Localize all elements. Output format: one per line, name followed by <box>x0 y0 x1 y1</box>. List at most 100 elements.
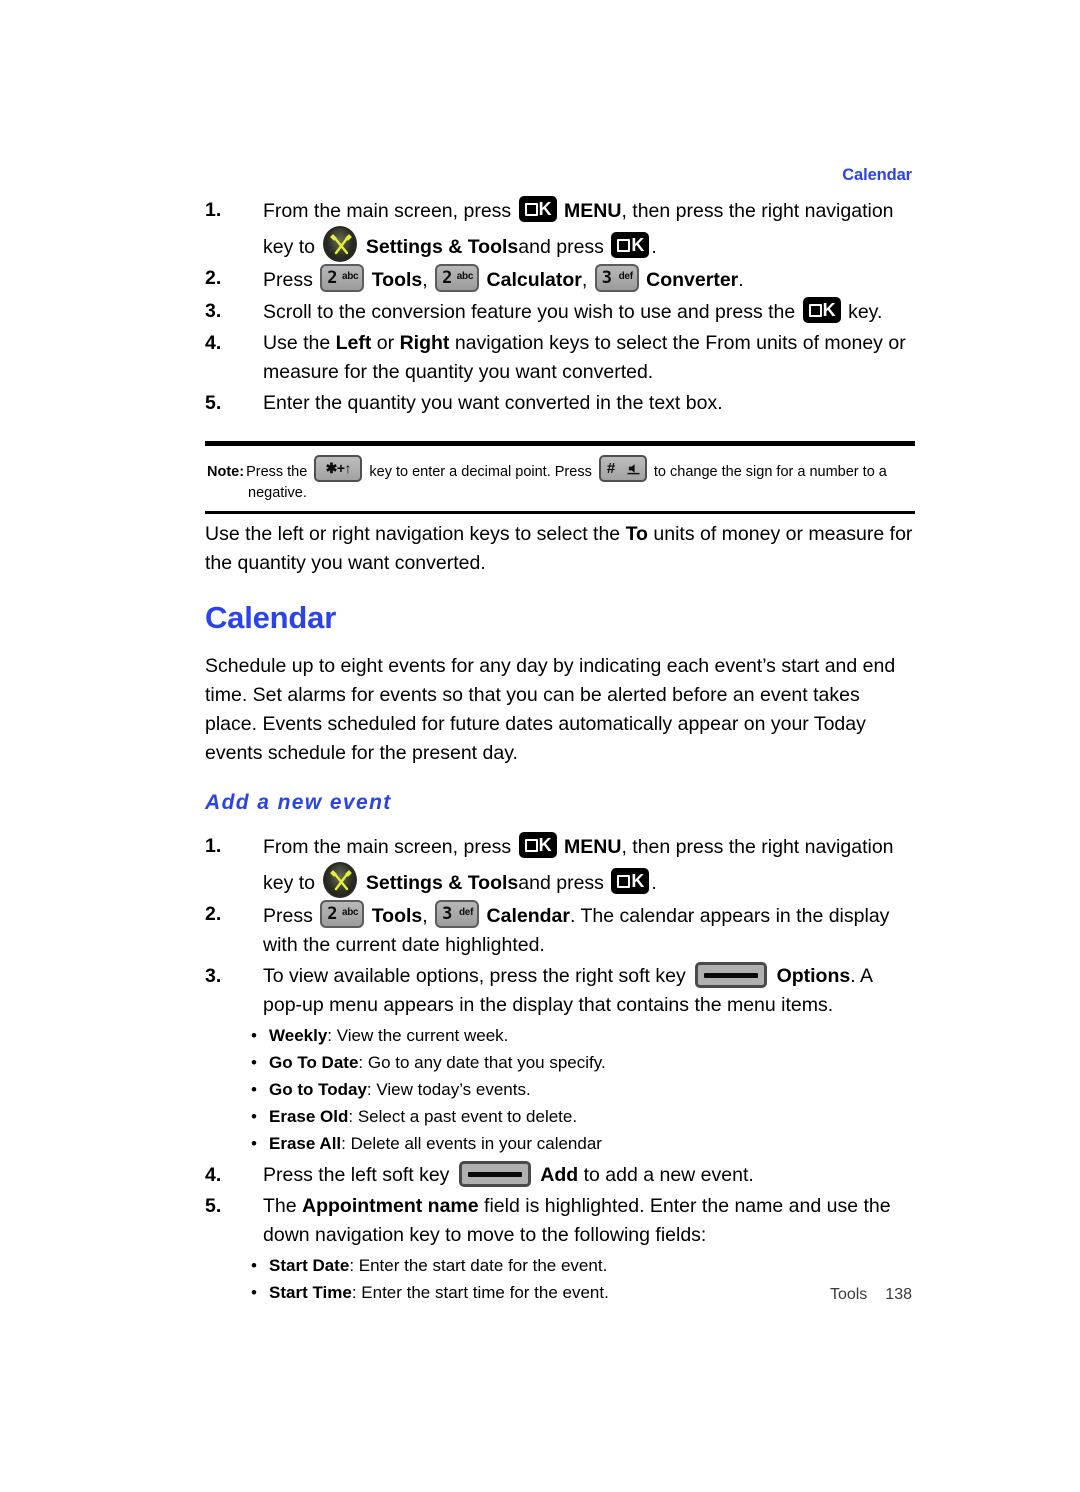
number-key-2-icon: 2 abc <box>320 900 365 928</box>
tools-label: Tools <box>371 269 423 291</box>
add-label: Add <box>540 1164 579 1186</box>
note-body: Note: Press the ✱+↑ key to enter a decima… <box>205 446 915 511</box>
bullet-desc: : Delete all events in your calendar <box>341 1134 602 1153</box>
step-text-b: or <box>376 332 395 354</box>
ok-k-glyph: K <box>631 235 645 255</box>
calendar-section: Use the left or right navigation keys to… <box>205 520 915 1306</box>
step-text-d: . <box>651 872 657 894</box>
step-text-a: Scroll to the conversion feature you wis… <box>263 301 796 323</box>
list-item: Go To Date: Go to any date that you spec… <box>247 1049 915 1076</box>
manual-page: Calendar 1. From the main screen, press K… <box>0 0 1080 1492</box>
options-label: Options <box>776 965 851 987</box>
step-number: 5. <box>205 1195 222 1217</box>
settings-tools-icon <box>323 226 358 262</box>
options-bullet-list: Weekly: View the current week. Go To Dat… <box>247 1022 915 1157</box>
converter-step-4: 4. Use the Left or Right navigation keys … <box>205 329 915 387</box>
event-step-list: 1. From the main screen, press K MENU, th… <box>205 832 915 1020</box>
key-letters: abc <box>456 271 474 282</box>
ok-key-icon: K <box>802 297 841 323</box>
key-digit: 2 <box>442 268 453 288</box>
wrench-hammer-glyph <box>330 870 353 891</box>
speaker-mute-glyph <box>627 464 640 475</box>
footer-section-label: Tools <box>829 1286 868 1303</box>
event-step-5: 5. The Appointment name field is highligh… <box>205 1192 915 1250</box>
settings-tools-label: Settings & Tools <box>365 872 519 894</box>
to-label: To <box>625 523 648 545</box>
calculator-label: Calculator <box>486 269 582 291</box>
menu-label: MENU <box>564 200 622 222</box>
step-text-a: Press the left soft key <box>263 1164 450 1186</box>
to-units-paragraph: Use the left or right navigation keys to… <box>205 520 915 578</box>
list-item: Go to Today: View today’s events. <box>247 1076 915 1103</box>
note-text-c: to change the sign for a number to a <box>653 464 887 480</box>
bullet-term: Go To Date <box>269 1053 359 1072</box>
ok-key-icon: K <box>518 832 557 858</box>
left-key-label: Left <box>335 332 372 354</box>
pound-hash-glyph: # <box>606 460 616 477</box>
wrench-hammer-glyph <box>330 234 353 255</box>
step-text-a: From the main screen, press <box>263 836 512 858</box>
step-text-a: From the main screen, press <box>263 200 512 222</box>
note-text-a: Press the <box>246 464 308 480</box>
ok-o-glyph <box>524 839 538 852</box>
settings-tools-label: Settings & Tools <box>365 236 519 258</box>
step-number: 5. <box>205 392 222 414</box>
converter-step-list: 1. From the main screen, press K MENU, th… <box>205 196 915 418</box>
key-digit: 2 <box>327 268 338 288</box>
step-number: 4. <box>205 332 222 354</box>
ok-o-glyph <box>808 304 822 317</box>
key-letters: abc <box>341 907 359 918</box>
note-text-b: key to enter a decimal point. Press <box>369 464 592 480</box>
key-digit: 2 <box>327 904 338 924</box>
event-step-2: 2. Press 2 abc Tools, 3 def Calendar. The c… <box>205 900 915 960</box>
bullet-term: Weekly <box>269 1026 328 1045</box>
key-digit: 3 <box>442 904 453 924</box>
step-text-a: To view available options, press the rig… <box>263 965 686 987</box>
bullet-desc: : View today’s events. <box>366 1080 531 1099</box>
footer-page-number: 138 <box>885 1286 912 1303</box>
step-number: 2. <box>205 903 222 925</box>
ok-o-glyph <box>617 875 631 888</box>
tools-label: Tools <box>371 905 423 927</box>
number-key-2-icon: 2 abc <box>435 264 480 292</box>
step-text-c: and press <box>518 872 604 894</box>
menu-label: MENU <box>564 836 622 858</box>
number-key-3-icon: 3 def <box>594 264 639 292</box>
step-text-a: Use the <box>263 332 331 354</box>
settings-tools-icon <box>323 862 358 898</box>
bullet-desc: : Go to any date that you specify. <box>358 1053 606 1072</box>
converter-step-3: 3. Scroll to the conversion feature you w… <box>205 297 915 327</box>
converter-step-5: 5. Enter the quantity you want converted … <box>205 389 915 418</box>
step-text-a: Press <box>263 269 313 291</box>
list-item: Start Date: Enter the start date for the… <box>247 1252 915 1279</box>
ok-k-glyph: K <box>538 199 552 219</box>
star-key-icon: ✱+↑ <box>314 455 363 482</box>
step-text-c: and press <box>518 236 604 258</box>
event-step-list-continued: 4. Press the left soft key Add to add a n… <box>205 1161 915 1250</box>
bullet-desc: : View the current week. <box>327 1026 509 1045</box>
section-heading-calendar: Calendar <box>205 600 337 635</box>
converter-label: Converter <box>646 269 739 291</box>
ok-key-icon: K <box>611 868 650 894</box>
calendar-intro-paragraph: Schedule up to eight events for any day … <box>205 655 896 764</box>
list-item: Weekly: View the current week. <box>247 1022 915 1049</box>
step-text-d: . <box>651 236 657 258</box>
step-number: 3. <box>205 300 222 322</box>
ok-o-glyph <box>524 203 538 216</box>
note-text-d: negative. <box>248 485 307 501</box>
left-soft-key-icon <box>458 1161 531 1187</box>
converter-instructions: 1. From the main screen, press K MENU, th… <box>205 196 915 420</box>
ok-key-icon: K <box>611 232 650 258</box>
converter-step-1: 1. From the main screen, press K MENU, th… <box>205 196 915 262</box>
ok-k-glyph: K <box>631 871 645 891</box>
right-soft-key-icon <box>695 962 768 988</box>
event-step-1: 1. From the main screen, press K MENU, th… <box>205 832 915 898</box>
separator: , <box>422 269 428 291</box>
step-number: 4. <box>205 1164 222 1186</box>
step-number: 2. <box>205 267 222 289</box>
converter-step-2: 2. Press 2 abc Tools, 2 abc Calculator, 3 de… <box>205 264 915 295</box>
step-text-b: to add a new event. <box>583 1164 754 1186</box>
step-end: . <box>738 269 744 291</box>
ok-o-glyph <box>617 239 631 252</box>
number-key-3-icon: 3 def <box>435 900 480 928</box>
